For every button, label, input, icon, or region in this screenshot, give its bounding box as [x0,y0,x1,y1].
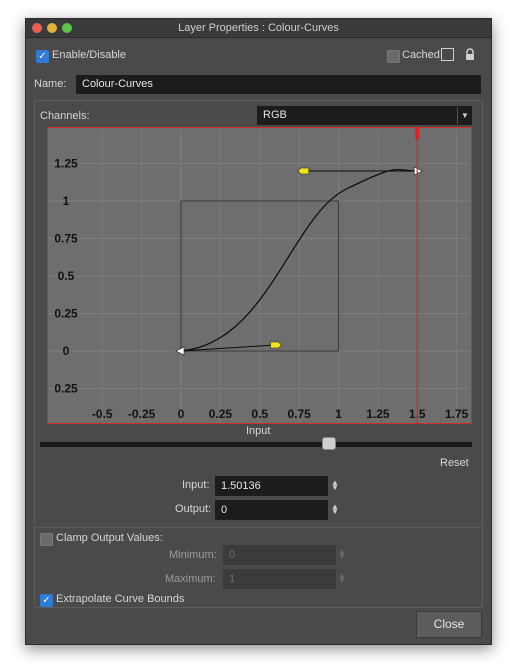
input-slider-track[interactable] [40,442,472,447]
y-tick-label: 1.25 [54,157,78,171]
y-tick-label: 0.25 [54,307,78,321]
clamp-label: Clamp Output Values: [56,532,163,544]
y-tick-label: 1 [63,194,70,208]
y-tick-label: 0.75 [54,232,78,246]
x-tick-label: -0.5 [92,407,113,421]
output-field[interactable]: 0 [215,500,328,520]
window-title: Layer Properties : Colour-Curves [178,22,339,34]
input-field[interactable]: 1.50136 [215,476,328,496]
title-bar: Layer Properties : Colour-Curves [26,19,491,38]
chevron-down-icon[interactable]: ▼ [457,107,472,124]
name-label: Name: [34,78,67,90]
channels-select[interactable]: RGB [257,106,472,125]
input-label: Input: [182,479,210,491]
name-field[interactable]: Colour-Curves [76,75,481,94]
cached-label: Cached [402,49,440,61]
extrapolate-checkbox[interactable]: ✓ [40,594,53,607]
cached-checkbox[interactable] [387,50,400,63]
x-tick-label: -0.25 [128,407,156,421]
maximum-stepper: ▲ ▼ [338,571,346,585]
enable-label: Enable/Disable [52,49,126,61]
minimum-stepper: ▲ ▼ [338,547,346,561]
y-tick-label: 0.5 [58,269,75,283]
x-axis-label: Input [246,425,271,437]
minimum-field: 0 [223,545,336,565]
enable-checkbox[interactable]: ✓ [36,50,49,63]
x-tick-label: 0.25 [209,407,233,421]
x-tick-label: 1.75 [445,407,469,421]
reset-button[interactable]: Reset [440,457,469,469]
input-slider-thumb[interactable] [322,437,337,450]
lock-icon[interactable] [464,48,476,62]
x-tick-label: 0.5 [251,407,268,421]
y-tick-label: 0 [63,344,70,358]
layer-properties-window: Layer Properties : Colour-Curves ✓ Enabl… [25,18,492,645]
channels-label: Channels: [40,110,90,122]
channels-value: RGB [263,109,287,121]
extrapolate-label: Extrapolate Curve Bounds [56,593,185,605]
curve-graph[interactable]: -0.5 -0.25 0 0.25 0.5 0.75 1 1.25 1.5 1.75 1.25 1 0.… [37,126,473,425]
close-button[interactable]: Close [416,611,482,638]
output-stepper[interactable]: ▲ ▼ [331,503,339,516]
y-tick-label: 0.25 [54,382,78,396]
cached-color-swatch[interactable] [441,48,454,61]
minimum-label: Minimum: [169,549,217,561]
x-tick-label: 0.75 [287,407,311,421]
x-tick-label: 1.25 [366,407,390,421]
x-tick-label: 0 [178,407,185,421]
input-stepper[interactable]: ▲ ▼ [331,479,339,492]
divider [35,527,482,528]
curve-graph-svg[interactable]: -0.5 -0.25 0 0.25 0.5 0.75 1 1.25 1.5 1.751.2510.… [37,126,473,425]
clamp-checkbox[interactable] [40,533,53,546]
maximum-label: Maximum: [165,573,216,585]
x-tick-label: 1 [335,407,342,421]
playhead-marker [415,127,420,139]
maximum-field: 1 [223,569,336,589]
output-label: Output: [175,503,212,515]
curves-group: Channels: RGB ▼ -0.5 -0.25 0 0.25 0.5 0.75 1 1.… [34,100,483,608]
